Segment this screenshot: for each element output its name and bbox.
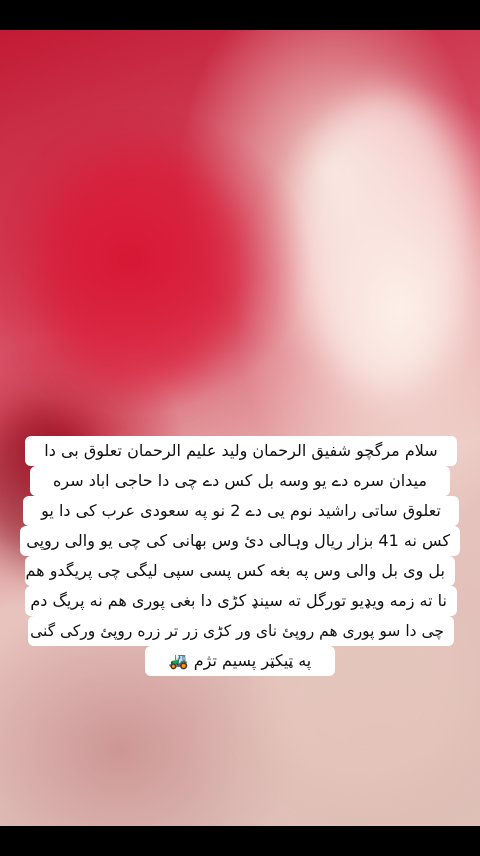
video-blur-red <box>40 150 240 390</box>
bottom-black-bar <box>0 826 480 856</box>
caption-line-1: سلام مرگچو شفیق الرحمان ولید علیم الرحما… <box>25 436 457 466</box>
video-frame[interactable] <box>0 30 480 826</box>
caption-line-3: تعلوق ساتی راشید نوم یی دے 2 نو په سعودی… <box>23 496 459 526</box>
caption-line-6: نا ته زمه ویډیو تورگل ته سینډ کڑی دا بغی… <box>25 586 457 616</box>
video-blur-light <box>300 90 470 390</box>
top-black-bar <box>0 0 480 30</box>
caption-line-4: کس نه 41 بزار ریال وہالی دیٔ وس بهانی کی… <box>20 526 460 556</box>
caption-line-5: بل وی بل والی وس په بغه کس پسی سپی لیگی … <box>25 556 455 586</box>
caption-line-8: په ټیکټر پسیم تژم 🚜 <box>145 646 335 676</box>
app-screen: سلام مرگچو شفیق الرحمان ولید علیم الرحما… <box>0 0 480 856</box>
caption-line-2: میدان سره دے یو وسه بل کس دے چی دا حاجی … <box>30 466 450 496</box>
caption-line-7: چی دا سو پوری هم روپئ نای ور کڑی زر تر ز… <box>28 616 454 646</box>
